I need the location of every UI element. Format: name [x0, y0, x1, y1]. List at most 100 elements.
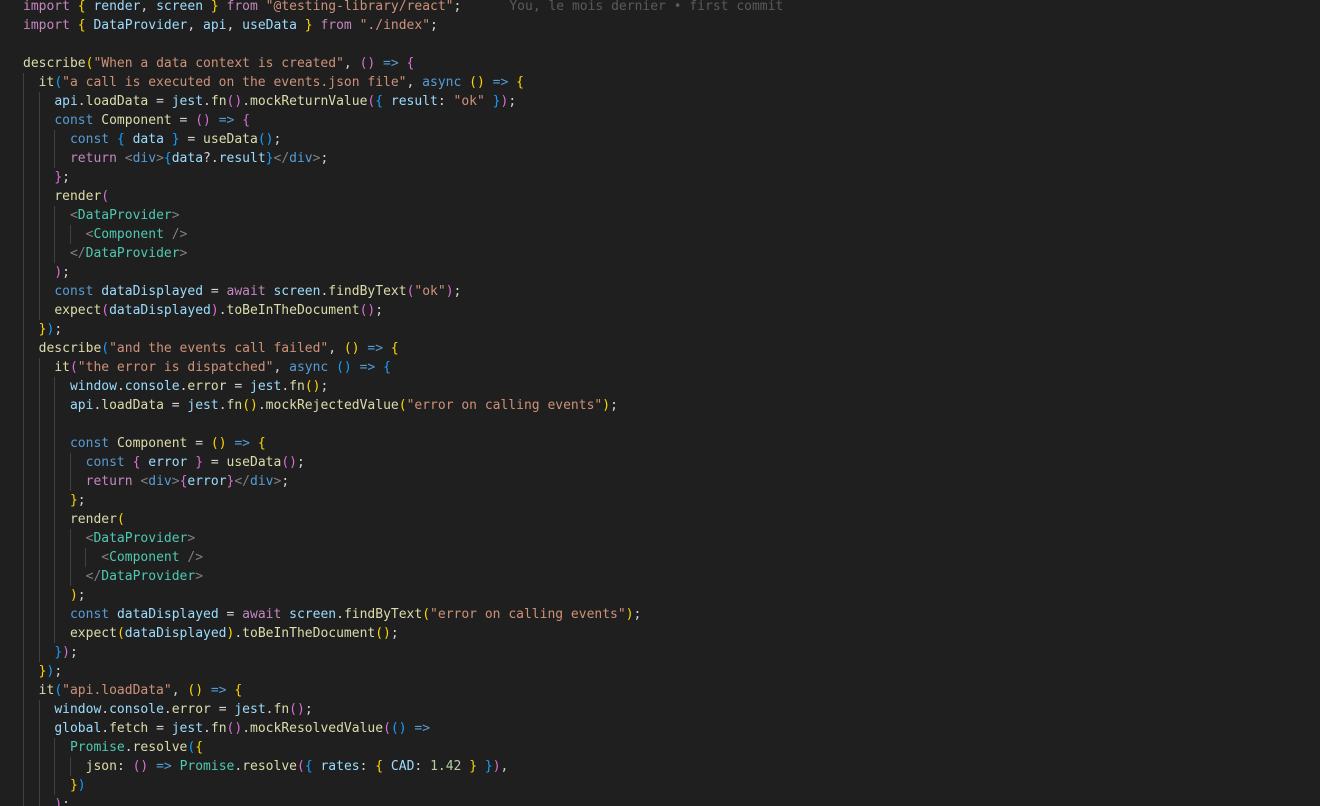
- indent-guide: [38, 187, 40, 206]
- code-token: (): [359, 56, 376, 71]
- code-token: .: [101, 702, 110, 717]
- code-editor[interactable]: import { render, screen } from "@testing…: [0, 0, 1320, 806]
- code-line[interactable]: it("a call is executed on the events.jso…: [0, 73, 1320, 92]
- code-token: ,: [500, 759, 509, 774]
- code-token: (): [336, 360, 352, 375]
- code-token: ;: [77, 493, 86, 508]
- indent-guide: [23, 776, 24, 795]
- code-token: "api.loadData": [62, 683, 172, 698]
- code-token: ;: [320, 151, 329, 166]
- code-line[interactable]: it("api.loadData", () => {: [0, 681, 1320, 700]
- indent-guide: [54, 149, 56, 168]
- code-token: 1.42: [430, 759, 462, 774]
- code-line[interactable]: expect(dataDisplayed).toBeInTheDocument(…: [0, 301, 1320, 320]
- code-line[interactable]: expect(dataDisplayed).toBeInTheDocument(…: [0, 624, 1320, 643]
- code-token: ): [625, 607, 634, 622]
- code-token: dataDisplayed: [124, 626, 227, 641]
- code-token: useData: [242, 18, 297, 33]
- indent-guide: [23, 719, 24, 738]
- code-token: "@testing-library/react": [265, 0, 454, 14]
- code-line[interactable]: global.fetch = jest.fn().mockResolvedVal…: [0, 719, 1320, 738]
- code-line[interactable]: import { render, screen } from "@testing…: [0, 0, 1320, 16]
- code-line[interactable]: );: [0, 586, 1320, 605]
- code-line[interactable]: });: [0, 662, 1320, 681]
- code-line[interactable]: [0, 35, 1320, 54]
- code-token: DataProvider: [93, 531, 188, 546]
- code-line[interactable]: );: [0, 263, 1320, 282]
- code-token: window: [69, 379, 117, 394]
- code-line[interactable]: };: [0, 168, 1320, 187]
- code-line[interactable]: it("the error is dispatched", async () =…: [0, 358, 1320, 377]
- code-line[interactable]: </DataProvider>: [0, 244, 1320, 263]
- code-line[interactable]: <Component />: [0, 225, 1320, 244]
- code-line[interactable]: const dataDisplayed = await screen.findB…: [0, 605, 1320, 624]
- code-line[interactable]: const dataDisplayed = await screen.findB…: [0, 282, 1320, 301]
- code-line[interactable]: window.console.error = jest.fn();: [0, 700, 1320, 719]
- code-line[interactable]: render(: [0, 187, 1320, 206]
- code-token: (): [359, 303, 376, 318]
- code-line[interactable]: <Component />: [0, 548, 1320, 567]
- code-line[interactable]: api.loadData = jest.fn().mockReturnValue…: [0, 92, 1320, 111]
- code-line[interactable]: Promise.resolve({: [0, 738, 1320, 757]
- code-token: =: [203, 455, 227, 470]
- indent-guide: [38, 738, 40, 757]
- code-line[interactable]: const { data } = useData();: [0, 130, 1320, 149]
- code-line[interactable]: describe("When a data context is created…: [0, 54, 1320, 73]
- code-token: {: [116, 132, 125, 147]
- indent-guide: [23, 320, 24, 339]
- code-line[interactable]: json: () => Promise.resolve({ rates: { C…: [0, 757, 1320, 776]
- code-token: ;: [430, 18, 438, 33]
- code-line[interactable]: import { DataProvider, api, useData } fr…: [0, 16, 1320, 35]
- indent-guide: [38, 491, 40, 510]
- code-line[interactable]: render(: [0, 510, 1320, 529]
- indent-guide: [23, 206, 24, 225]
- code-token: return: [85, 474, 133, 489]
- code-line[interactable]: </DataProvider>: [0, 567, 1320, 586]
- code-token: findByText: [343, 607, 423, 622]
- code-line[interactable]: };: [0, 491, 1320, 510]
- code-token: ,: [226, 18, 243, 33]
- code-line[interactable]: const Component = () => {: [0, 434, 1320, 453]
- code-line[interactable]: api.loadData = jest.fn().mockRejectedVal…: [0, 396, 1320, 415]
- indent-guide: [23, 301, 24, 320]
- code-line[interactable]: <DataProvider>: [0, 529, 1320, 548]
- code-line[interactable]: window.console.error = jest.fn();: [0, 377, 1320, 396]
- code-line[interactable]: [0, 415, 1320, 434]
- code-token: Promise: [179, 759, 235, 774]
- indent-guide: [38, 377, 40, 396]
- code-line[interactable]: });: [0, 320, 1320, 339]
- code-token: const: [69, 607, 110, 622]
- code-line[interactable]: <DataProvider>: [0, 206, 1320, 225]
- code-line[interactable]: return <div>{error}</div>;: [0, 472, 1320, 491]
- code-line[interactable]: describe("and the events call failed", (…: [0, 339, 1320, 358]
- code-token: "ok": [414, 284, 446, 299]
- code-token: ;: [69, 645, 78, 660]
- code-token: ;: [304, 702, 313, 717]
- code-token: (): [304, 379, 321, 394]
- code-line[interactable]: );: [0, 795, 1320, 806]
- code-token: toBeInTheDocument: [242, 626, 376, 641]
- code-line[interactable]: const Component = () => {: [0, 111, 1320, 130]
- code-token: ;: [453, 284, 462, 299]
- code-line[interactable]: return <div>{data?.result}</div>;: [0, 149, 1320, 168]
- code-line[interactable]: });: [0, 643, 1320, 662]
- code-token: const: [54, 113, 94, 128]
- code-token: from: [320, 18, 352, 33]
- code-token: =: [171, 113, 196, 128]
- code-line[interactable]: const { error } = useData();: [0, 453, 1320, 472]
- indent-guide: [69, 225, 71, 244]
- code-line[interactable]: }): [0, 776, 1320, 795]
